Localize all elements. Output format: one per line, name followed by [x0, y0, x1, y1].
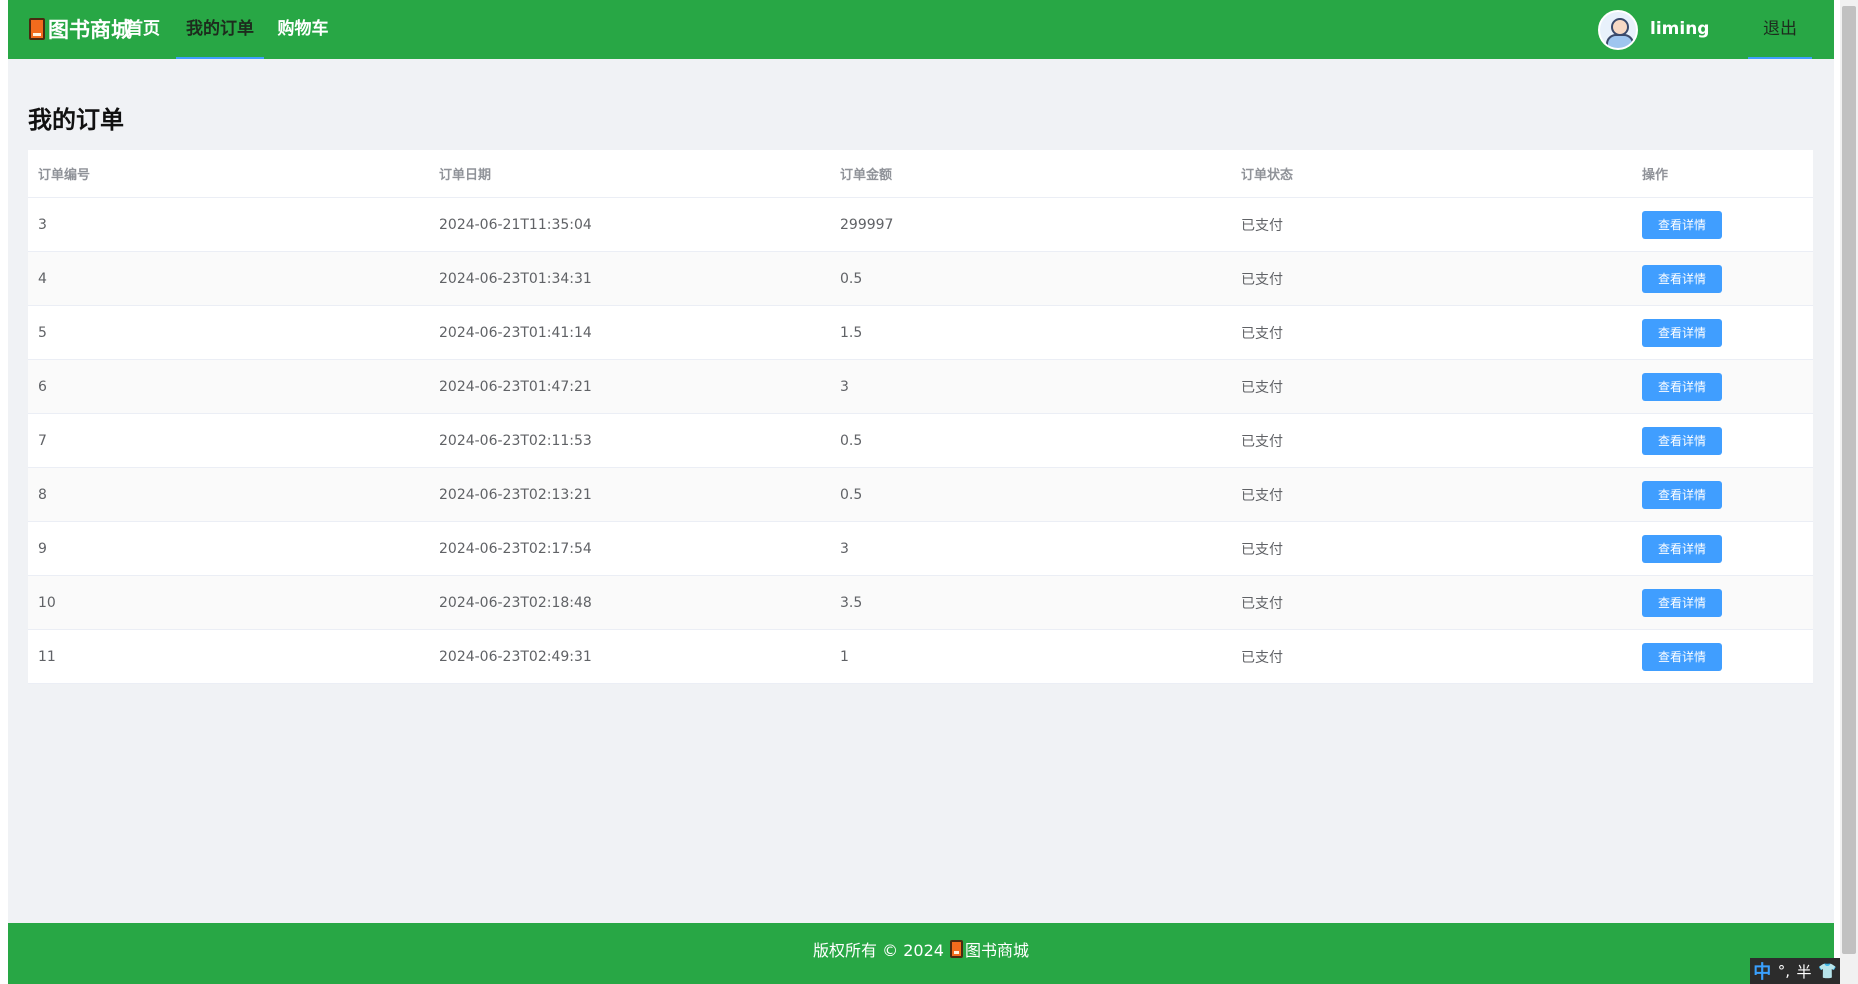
order-status-cell: 已支付 — [1241, 649, 1283, 666]
nav-my-orders[interactable]: 我的订单 — [176, 0, 264, 59]
view-details-button[interactable]: 查看详情 — [1642, 480, 1722, 509]
order-amount-cell: 3.5 — [840, 594, 863, 611]
order-status-cell: 已支付 — [1241, 325, 1283, 342]
column-header-actions: 操作 — [1642, 168, 1669, 183]
order-action-cell: 查看详情 — [1642, 630, 1722, 683]
view-details-button[interactable]: 查看详情 — [1642, 210, 1722, 239]
order-id-cell: 4 — [38, 270, 47, 287]
order-status-cell: 已支付 — [1241, 379, 1283, 396]
user-avatar[interactable] — [1598, 10, 1638, 50]
order-date-cell: 2024-06-23T01:41:14 — [439, 324, 592, 341]
view-details-button[interactable]: 查看详情 — [1642, 642, 1722, 671]
column-header-order-status: 订单状态 — [1241, 168, 1294, 183]
orders-table: 订单编号 订单日期 订单金额 订单状态 操作 3 2024-06-21T11:35… — [28, 150, 1813, 684]
table-row: 11 2024-06-23T02:49:31 1 已支付 查看详情 — [28, 630, 1813, 684]
column-header-order-id: 订单编号 — [38, 168, 91, 183]
table-row: 7 2024-06-23T02:11:53 0.5 已支付 查看详情 — [28, 414, 1813, 468]
view-details-button[interactable]: 查看详情 — [1642, 534, 1722, 563]
view-details-button[interactable]: 查看详情 — [1642, 426, 1722, 455]
nav-home[interactable]: 首页 — [122, 0, 164, 59]
order-action-cell: 查看详情 — [1642, 252, 1722, 305]
order-status-cell: 已支付 — [1241, 271, 1283, 288]
order-status-cell: 已支付 — [1241, 487, 1283, 504]
order-amount-cell: 299997 — [840, 216, 894, 233]
footer-brand: 图书商城 — [964, 940, 1029, 960]
order-amount-cell: 0.5 — [840, 486, 863, 503]
table-row: 8 2024-06-23T02:13:21 0.5 已支付 查看详情 — [28, 468, 1813, 522]
ime-status-bar[interactable]: 中 °, 半 👕 — [1750, 958, 1840, 984]
top-nav-bar: 图书商城 首页 我的订单 购物车 liming 退出 — [8, 0, 1834, 59]
order-action-cell: 查看详情 — [1642, 306, 1722, 359]
order-action-cell: 查看详情 — [1642, 414, 1722, 467]
order-status-cell: 已支付 — [1241, 595, 1283, 612]
order-id-cell: 6 — [38, 378, 47, 395]
order-date-cell: 2024-06-23T02:49:31 — [439, 648, 592, 665]
username[interactable]: liming — [1650, 0, 1709, 59]
footer: 版权所有 © 2024 图书商城 — [8, 923, 1834, 984]
order-amount-cell: 3 — [840, 540, 849, 557]
order-date-cell: 2024-06-23T02:11:53 — [439, 432, 592, 449]
logout-button[interactable]: 退出 — [1740, 0, 1820, 59]
table-row: 10 2024-06-23T02:18:48 3.5 已支付 查看详情 — [28, 576, 1813, 630]
order-date-cell: 2024-06-23T01:47:21 — [439, 378, 592, 395]
order-id-cell: 3 — [38, 216, 47, 233]
footer-copyright: 版权所有 © 2024 — [813, 940, 944, 960]
book-icon — [949, 939, 963, 958]
order-amount-cell: 1.5 — [840, 324, 863, 341]
column-header-order-amount: 订单金额 — [840, 168, 893, 183]
view-details-button[interactable]: 查看详情 — [1642, 372, 1722, 401]
brand-logo[interactable]: 图书商城 — [29, 14, 132, 44]
nav-cart[interactable]: 购物车 — [274, 0, 332, 59]
brand-name: 图书商城 — [48, 18, 132, 42]
order-date-cell: 2024-06-23T01:34:31 — [439, 270, 592, 287]
order-id-cell: 10 — [38, 594, 56, 611]
ime-width-indicator[interactable]: 半 — [1797, 961, 1812, 982]
vertical-scrollbar[interactable] — [1840, 0, 1858, 984]
table-row: 5 2024-06-23T01:41:14 1.5 已支付 查看详情 — [28, 306, 1813, 360]
shirt-icon[interactable]: 👕 — [1818, 962, 1837, 980]
order-status-cell: 已支付 — [1241, 217, 1283, 234]
table-header-row: 订单编号 订单日期 订单金额 订单状态 操作 — [28, 150, 1813, 198]
book-icon — [29, 18, 45, 40]
order-action-cell: 查看详情 — [1642, 468, 1722, 521]
order-id-cell: 7 — [38, 432, 47, 449]
view-details-button[interactable]: 查看详情 — [1642, 588, 1722, 617]
scrollbar-thumb[interactable] — [1842, 6, 1856, 954]
order-amount-cell: 0.5 — [840, 270, 863, 287]
table-row: 6 2024-06-23T01:47:21 3 已支付 查看详情 — [28, 360, 1813, 414]
order-id-cell: 8 — [38, 486, 47, 503]
order-id-cell: 11 — [38, 648, 56, 665]
order-id-cell: 5 — [38, 324, 47, 341]
order-amount-cell: 3 — [840, 378, 849, 395]
ime-punctuation-indicator[interactable]: °, — [1778, 962, 1790, 980]
order-amount-cell: 0.5 — [840, 432, 863, 449]
order-amount-cell: 1 — [840, 648, 849, 665]
table-row: 4 2024-06-23T01:34:31 0.5 已支付 查看详情 — [28, 252, 1813, 306]
ime-mode-indicator[interactable]: 中 — [1753, 958, 1771, 984]
order-date-cell: 2024-06-23T02:18:48 — [439, 594, 592, 611]
order-action-cell: 查看详情 — [1642, 576, 1722, 629]
app-frame: 图书商城 首页 我的订单 购物车 liming 退出 我的订单 订单编号 订单日… — [8, 0, 1834, 984]
order-status-cell: 已支付 — [1241, 541, 1283, 558]
order-status-cell: 已支付 — [1241, 433, 1283, 450]
order-date-cell: 2024-06-23T02:17:54 — [439, 540, 592, 557]
column-header-order-date: 订单日期 — [439, 168, 492, 183]
order-date-cell: 2024-06-21T11:35:04 — [439, 216, 592, 233]
table-row: 3 2024-06-21T11:35:04 299997 已支付 查看详情 — [28, 198, 1813, 252]
avatar-body-shape — [1606, 34, 1634, 48]
view-details-button[interactable]: 查看详情 — [1642, 264, 1722, 293]
order-date-cell: 2024-06-23T02:13:21 — [439, 486, 592, 503]
order-action-cell: 查看详情 — [1642, 198, 1722, 251]
order-id-cell: 9 — [38, 540, 47, 557]
view-details-button[interactable]: 查看详情 — [1642, 318, 1722, 347]
order-action-cell: 查看详情 — [1642, 522, 1722, 575]
table-row: 9 2024-06-23T02:17:54 3 已支付 查看详情 — [28, 522, 1813, 576]
page-title: 我的订单 — [28, 106, 124, 134]
table-body: 3 2024-06-21T11:35:04 299997 已支付 查看详情 4 2024-0… — [28, 198, 1813, 684]
order-action-cell: 查看详情 — [1642, 360, 1722, 413]
